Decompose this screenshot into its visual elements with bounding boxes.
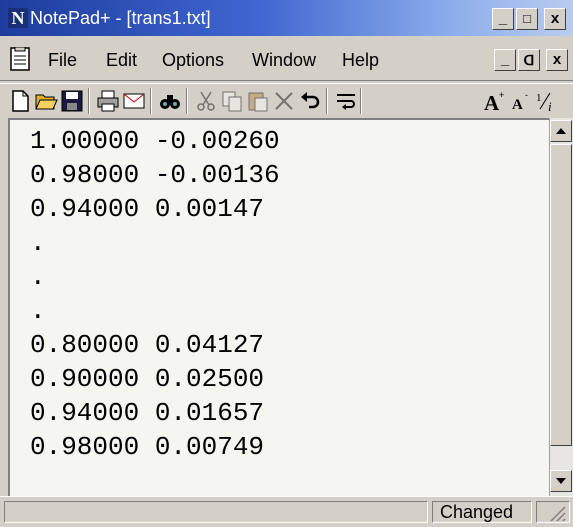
maximize-button[interactable]: □: [516, 8, 538, 30]
toolbar: A + A- 1i: [0, 83, 573, 118]
text-line: 1.00000 -0.00260: [30, 126, 280, 156]
text-line: .: [30, 262, 46, 292]
status-pane-main: [4, 501, 428, 523]
text-line: .: [30, 228, 46, 258]
document-icon[interactable]: [10, 46, 30, 71]
status-bar: Changed: [0, 496, 573, 527]
text-line: 0.90000 0.02500: [30, 364, 265, 394]
editor-lines: 1.00000 -0.00260 0.98000 -0.00136 0.9400…: [30, 124, 280, 464]
save-icon[interactable]: [60, 89, 84, 113]
toolbar-separator: [186, 88, 188, 114]
window-title: NotePad+ - [trans1.txt]: [30, 8, 211, 28]
scroll-thumb[interactable]: [550, 144, 572, 446]
arrow-up-icon: [556, 128, 566, 134]
find-icon[interactable]: [158, 89, 182, 113]
copy-icon[interactable]: [220, 89, 244, 113]
email-icon[interactable]: [122, 89, 146, 113]
arrow-down-icon: [556, 478, 566, 484]
size-grip-icon: [550, 506, 566, 522]
svg-text:+: +: [499, 90, 504, 100]
open-folder-icon[interactable]: [34, 89, 58, 113]
svg-text:1: 1: [536, 92, 542, 104]
scroll-up-button[interactable]: [550, 120, 572, 142]
word-wrap-icon[interactable]: [334, 89, 358, 113]
doc-close-button[interactable]: x: [546, 49, 568, 71]
text-line: 0.98000 0.00749: [30, 432, 265, 462]
font-larger-icon[interactable]: A +: [482, 89, 506, 115]
size-grip[interactable]: [536, 501, 570, 523]
svg-text:A: A: [512, 97, 523, 113]
paste-icon[interactable]: [246, 89, 270, 113]
text-line: 0.80000 0.04127: [30, 330, 265, 360]
doc-restore-button[interactable]: ᗡ: [518, 49, 540, 71]
toolbar-separator: [88, 88, 90, 114]
status-changed-text: Changed: [440, 502, 514, 522]
menu-bar: File Edit Options Window Help _ ᗡ x: [0, 40, 573, 81]
vertical-scrollbar[interactable]: [549, 118, 573, 496]
toolbar-separator: [150, 88, 152, 114]
text-editor[interactable]: 1.00000 -0.00260 0.98000 -0.00136 0.9400…: [8, 118, 549, 496]
notepad-window: N NotePad+ - [trans1.txt] _ □ x File Edi…: [0, 0, 573, 527]
title-bar[interactable]: N NotePad+ - [trans1.txt] _ □ x: [0, 0, 573, 36]
menu-options[interactable]: Options: [162, 48, 224, 72]
svg-text:-: -: [525, 90, 528, 100]
text-line: 0.98000 -0.00136: [30, 160, 280, 190]
toolbar-separator: [360, 88, 362, 114]
fraction-icon[interactable]: 1i: [534, 89, 558, 114]
delete-icon[interactable]: [272, 89, 296, 113]
menu-window[interactable]: Window: [252, 48, 316, 72]
minimize-button[interactable]: _: [492, 8, 514, 30]
scroll-down-button[interactable]: [550, 470, 572, 492]
text-line: 0.94000 0.00147: [30, 194, 265, 224]
new-file-icon[interactable]: [8, 89, 32, 113]
cut-icon[interactable]: [194, 89, 218, 113]
text-line: 0.94000 0.01657: [30, 398, 265, 428]
doc-minimize-button[interactable]: _: [494, 49, 516, 71]
app-icon: N: [8, 8, 28, 28]
svg-text:A: A: [484, 91, 500, 113]
print-icon[interactable]: [96, 89, 120, 113]
svg-text:i: i: [548, 99, 552, 113]
close-button[interactable]: x: [544, 8, 566, 30]
toolbar-separator: [326, 88, 328, 114]
text-line: .: [30, 296, 46, 326]
menu-file[interactable]: File: [48, 48, 77, 72]
undo-icon[interactable]: [298, 89, 322, 113]
menu-help[interactable]: Help: [342, 48, 379, 72]
font-smaller-icon[interactable]: A-: [508, 89, 532, 113]
menu-edit[interactable]: Edit: [106, 48, 137, 72]
